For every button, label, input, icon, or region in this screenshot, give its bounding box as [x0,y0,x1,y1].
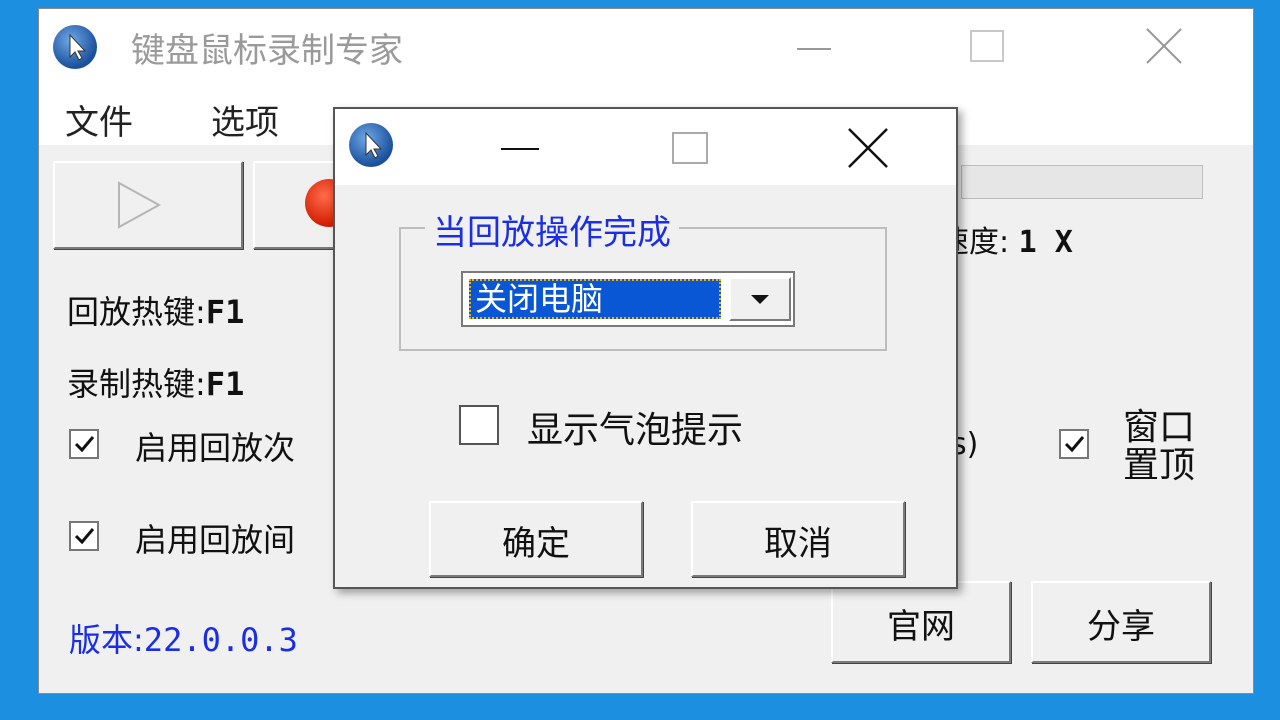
maximize-icon [970,30,1004,62]
action-select[interactable]: 关闭电脑 [461,271,795,327]
close-icon [1146,28,1182,64]
version-label: 版本: [69,621,144,659]
window-top-checkbox[interactable] [1059,429,1089,459]
website-button-label: 官网 [887,607,955,647]
speed-value: 1 X [1018,225,1073,260]
action-select-dropdown-button[interactable] [729,277,791,321]
minimize-icon [501,148,539,150]
chevron-down-icon [751,295,769,304]
ok-button-label: 确定 [502,524,570,564]
playback-hotkey-label: 回放热键: [67,293,206,331]
version-info: 版本:22.0.0.3 [69,615,298,661]
playback-count-label: 启用回放次 [135,429,296,467]
dialog-maximize-button[interactable] [655,123,725,173]
group-title: 当回放操作完成 [425,205,679,254]
completion-action-group: 当回放操作完成 关闭电脑 [399,205,887,351]
playback-interval-label: 启用回放间 [135,521,296,559]
record-hotkey-value: F1 [205,365,245,403]
cancel-button[interactable]: 取消 [691,501,905,577]
check-icon [74,528,95,545]
playback-hotkey-value: F1 [205,293,245,331]
main-title-bar[interactable]: 键盘鼠标录制专家 [39,9,1253,85]
menu-options[interactable]: 选项 [211,95,279,144]
speed-display: 速度: 1 X [939,217,1073,261]
bubble-tip-label: 显示气泡提示 [527,410,744,451]
minimize-button[interactable] [779,21,849,71]
record-hotkey-label: 录制热键: [67,365,206,403]
playback-hotkey: 回放热键:F1 [67,287,244,333]
bubble-tip-checkbox[interactable] [459,405,499,445]
menu-file[interactable]: 文件 [65,95,133,144]
dialog-title-bar[interactable] [335,109,956,185]
record-hotkey: 录制热键:F1 [67,359,244,405]
check-icon [74,436,95,453]
maximize-icon [672,132,708,164]
check-icon [1064,436,1085,453]
minimize-icon [797,48,831,50]
app-cursor-icon [53,25,97,69]
action-select-value: 关闭电脑 [469,279,721,319]
maximize-button[interactable] [951,21,1021,71]
dialog-minimize-button[interactable] [485,123,555,173]
window-title: 键盘鼠标录制专家 [131,31,403,71]
play-button[interactable] [53,161,243,249]
playback-complete-dialog: 当回放操作完成 关闭电脑 显示气泡提示 确定 取消 [333,107,958,589]
share-button[interactable]: 分享 [1031,581,1211,663]
play-icon [118,181,162,229]
progress-bar [961,165,1203,199]
playback-count-checkbox[interactable] [69,429,99,459]
window-top-label: 窗口置顶 [1123,407,1196,486]
ok-button[interactable]: 确定 [429,501,643,577]
cancel-button-label: 取消 [764,524,832,564]
close-button[interactable] [1129,21,1199,71]
dialog-close-button[interactable] [833,123,903,173]
share-button-label: 分享 [1087,607,1155,647]
app-cursor-icon [349,123,393,167]
close-icon [848,128,888,168]
website-button[interactable]: 官网 [831,581,1011,663]
version-number: 22.0.0.3 [143,621,298,659]
playback-interval-checkbox[interactable] [69,521,99,551]
